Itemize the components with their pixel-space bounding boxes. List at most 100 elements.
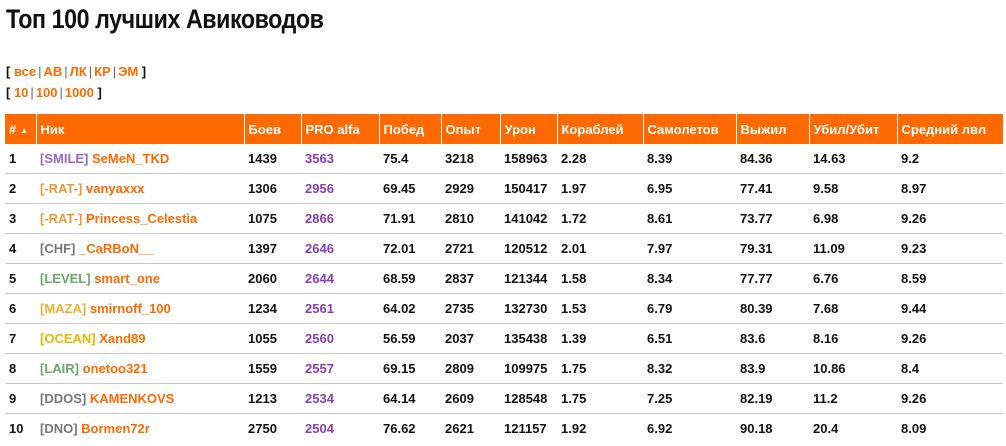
- kd-cell: 9.58: [809, 173, 897, 204]
- clan-tag[interactable]: [OCEAN]: [40, 331, 96, 346]
- player-nick-link[interactable]: SeMeN_TKD: [92, 151, 169, 166]
- rank-cell: 5: [5, 263, 36, 294]
- battles-cell: 1213: [244, 383, 301, 414]
- column-header-label: Убил/Убит: [813, 121, 880, 137]
- bracket-close: ]: [93, 85, 102, 100]
- player-nick-link[interactable]: smart_one: [94, 271, 160, 286]
- rank-cell: 4: [5, 233, 36, 264]
- column-header-11[interactable]: Средний лвл: [897, 114, 1003, 144]
- battles-cell: 1055: [244, 323, 301, 354]
- battles-cell: 2060: [244, 263, 301, 294]
- kd-cell: 11.09: [809, 233, 897, 264]
- kd-cell: 6.76: [809, 263, 897, 294]
- count-filter-link-0[interactable]: 10: [14, 85, 28, 100]
- player-nick-link[interactable]: KAMENKOVS: [90, 391, 175, 406]
- damage-cell: 109975: [500, 353, 557, 384]
- column-header-5[interactable]: Опыт: [441, 114, 501, 144]
- ships-cell: 1.92: [561, 421, 587, 436]
- avg_lvl-cell: 9.2: [897, 144, 1003, 174]
- column-header-0[interactable]: # ▲: [5, 114, 37, 144]
- damage-cell: 141042: [500, 203, 557, 234]
- column-header-7[interactable]: Кораблей: [557, 114, 644, 144]
- wins-cell: 75.4: [379, 144, 441, 174]
- column-header-9[interactable]: Выжил: [736, 114, 810, 144]
- ships-cell: 1.53: [557, 293, 643, 324]
- clan-tag[interactable]: [-RAT-]: [40, 181, 82, 196]
- kd-cell: 14.63: [809, 144, 897, 174]
- clan-tag[interactable]: [-RAT-]: [40, 211, 82, 226]
- survived-cell: 84.36: [736, 144, 809, 174]
- survived-cell: 77.77: [736, 263, 809, 294]
- clan-tag[interactable]: [DDOS]: [40, 391, 86, 406]
- player-nick-link[interactable]: Xand89: [99, 331, 145, 346]
- planes-cell: 6.51: [643, 323, 736, 354]
- clan-tag[interactable]: [LAIR]: [40, 361, 79, 376]
- exp-cell: 2621: [445, 421, 474, 436]
- clan-tag[interactable]: [SMILE]: [40, 151, 88, 166]
- exp-cell: 2837: [441, 263, 500, 294]
- clan-tag[interactable]: [MAZA]: [40, 301, 86, 316]
- survived-cell: 80.39: [736, 293, 809, 324]
- class-filter-link-0[interactable]: все: [14, 64, 36, 79]
- table-row: 10 [DNO] Bormen72r 2750 2504 76.62 2621 121157…: [5, 414, 1003, 444]
- battles-cell: 1306: [244, 173, 301, 204]
- player-nick-link[interactable]: smirnoff_100: [90, 301, 171, 316]
- planes-cell: 8.61: [643, 203, 736, 234]
- class-filter-link-4[interactable]: ЭМ: [118, 64, 138, 79]
- column-header-label: PRO alfa: [305, 121, 360, 137]
- avg_lvl-cell: 9.23: [897, 233, 1003, 264]
- pro-cell: 2534: [301, 383, 379, 414]
- player-cell: [SMILE] SeMeN_TKD: [36, 144, 244, 174]
- planes-cell: 6.79: [643, 293, 736, 324]
- player-nick-link[interactable]: _CaRBoN__: [79, 241, 153, 256]
- count-filter: [ 10 | 100 | 1000 ]: [6, 85, 102, 101]
- rank-cell: 10: [9, 421, 24, 436]
- class-filter-link-2[interactable]: ЛК: [70, 64, 87, 79]
- column-header-3[interactable]: PRO alfa: [301, 114, 380, 144]
- bracket-open: [: [6, 64, 14, 79]
- class-filter-link-3[interactable]: КР: [94, 64, 111, 79]
- battles-cell: 1397: [244, 233, 301, 264]
- clan-tag[interactable]: [DNO]: [40, 421, 78, 436]
- table-row: 1 [SMILE] SeMeN_TKD 1439 3563 75.4 3218 158963…: [5, 144, 1003, 174]
- planes-cell: 7.97: [643, 233, 736, 264]
- table-body: 1 [SMILE] SeMeN_TKD 1439 3563 75.4 3218 158963…: [5, 144, 1003, 443]
- table-row: 4 [CHF] _CaRBoN__ 1397 2646 72.01 2721 120512 2…: [5, 233, 1003, 264]
- ships-cell: 1.75: [557, 383, 643, 414]
- clan-tag[interactable]: [CHF]: [40, 241, 75, 256]
- column-header-6[interactable]: Урон: [500, 114, 558, 144]
- wins-cell: 71.91: [379, 203, 441, 234]
- count-filter-link-1[interactable]: 100: [36, 85, 58, 100]
- column-header-2[interactable]: Боев: [244, 114, 302, 144]
- column-header-label: Ник: [40, 121, 65, 137]
- player-cell: [LEVEL] smart_one: [36, 263, 244, 294]
- planes-cell: 8.32: [643, 353, 736, 384]
- leaderboard-table: # ▲ Ник Боев PRO alfa Побед Опыт Урон Кораблей Са…: [5, 114, 1003, 443]
- count-filter-link-2[interactable]: 1000: [65, 85, 94, 100]
- column-header-1[interactable]: Ник: [36, 114, 245, 144]
- kd-cell: 20.4: [813, 421, 839, 436]
- player-nick-link[interactable]: Bormen72r: [81, 421, 150, 436]
- kd-cell: 8.16: [809, 323, 897, 354]
- player-cell: [CHF] _CaRBoN__: [36, 233, 244, 264]
- exp-cell: 2809: [441, 353, 500, 384]
- battles-cell: 1559: [244, 353, 301, 384]
- column-header-label: Кораблей: [561, 121, 624, 137]
- player-nick-link[interactable]: Princess_Celestia: [86, 211, 197, 226]
- player-nick-link[interactable]: vanyaxxx: [86, 181, 145, 196]
- wins-cell: 72.01: [379, 233, 441, 264]
- class-filter-link-1[interactable]: АВ: [43, 64, 62, 79]
- clan-tag[interactable]: [LEVEL]: [40, 271, 91, 286]
- separator: |: [64, 64, 68, 79]
- planes-cell: 6.92: [647, 421, 673, 436]
- column-header-4[interactable]: Побед: [379, 114, 442, 144]
- separator: |: [59, 85, 63, 100]
- pro-cell: 2504: [305, 421, 334, 436]
- player-nick-link[interactable]: onetoo321: [83, 361, 148, 376]
- column-header-10[interactable]: Убил/Убит: [809, 114, 898, 144]
- table-row: 5 [LEVEL] smart_one 2060 2644 68.59 2837 12134…: [5, 263, 1003, 294]
- class-filter: [ все | АВ | ЛК | КР | ЭМ ]: [6, 64, 146, 80]
- bracket-open: [: [6, 85, 14, 100]
- wins-cell: 69.15: [379, 353, 441, 384]
- column-header-8[interactable]: Самолетов: [643, 114, 737, 144]
